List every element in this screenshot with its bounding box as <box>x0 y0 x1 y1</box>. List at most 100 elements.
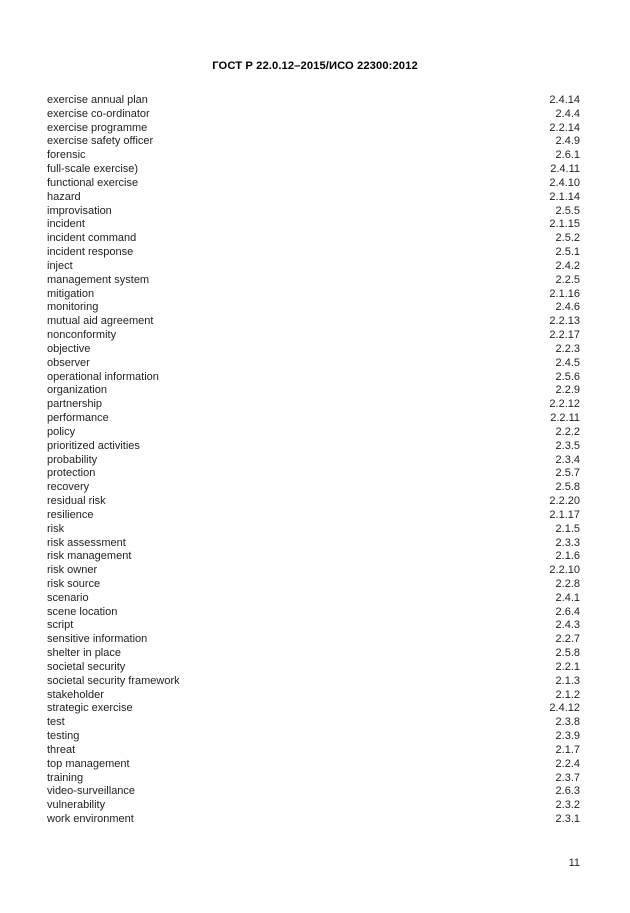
index-entry-term: risk assessment <box>47 536 126 549</box>
index-entry-row: prioritized activities 2.3.5 <box>47 440 580 454</box>
index-entry-term: incident response <box>47 246 134 259</box>
index-entry-reference: 2.4.11 <box>550 163 580 176</box>
index-entry-row: forensic 2.6.1 <box>47 149 580 163</box>
index-entry-reference: 2.3.2 <box>555 799 580 812</box>
index-entry-term: video-surveillance <box>47 785 136 798</box>
index-entry-reference: 2.3.8 <box>555 716 580 729</box>
index-entry-row: script 2.4.3 <box>47 619 580 633</box>
index-entry-term: nonconformity <box>47 329 117 342</box>
index-entry-term: organization <box>47 384 107 397</box>
index-entry-row: incident command 2.5.2 <box>47 232 580 246</box>
index-entry-term: risk <box>47 522 65 535</box>
index-entry-reference: 2.2.5 <box>555 273 580 286</box>
index-entry-reference: 2.2.10 <box>549 564 580 577</box>
index-entry-reference: 2.5.8 <box>555 481 580 494</box>
index-entry-list: exercise annual plan 2.4.14 exercise co-or… <box>47 94 580 827</box>
index-entry-term: recovery <box>47 481 90 494</box>
index-entry-row: functional exercise 2.4.10 <box>47 177 580 191</box>
index-entry-term: prioritized activities <box>47 439 140 452</box>
index-entry-row: residual risk 2.2.20 <box>47 495 580 509</box>
index-entry-term: societal security framework <box>47 674 180 687</box>
index-entry-reference: 2.4.5 <box>555 356 580 369</box>
index-entry-term: scenario <box>47 591 89 604</box>
index-entry-row: resilience 2.1.17 <box>47 509 580 523</box>
index-entry-reference: 2.2.17 <box>549 329 580 342</box>
index-entry-reference: 2.2.3 <box>555 342 580 355</box>
index-entry-row: work environment 2.3.1 <box>47 813 580 827</box>
index-entry-term: partnership <box>47 398 103 411</box>
index-entry-term: societal security <box>47 660 126 673</box>
index-entry-row: improvisation 2.5.5 <box>47 205 580 219</box>
index-entry-row: inject 2.4.2 <box>47 260 580 274</box>
index-entry-term: operational information <box>47 370 159 383</box>
index-entry-reference: 2.2.13 <box>549 315 580 328</box>
index-entry-reference: 2.3.3 <box>555 536 580 549</box>
index-entry-term: training <box>47 771 84 784</box>
index-entry-reference: 2.3.9 <box>555 730 580 743</box>
index-entry-row: full-scale exercise) 2.4.11 <box>47 163 580 177</box>
index-entry-reference: 2.5.2 <box>555 232 580 245</box>
index-entry-row: exercise safety officer 2.4.9 <box>47 135 580 149</box>
index-entry-reference: 2.6.3 <box>555 785 580 798</box>
index-entry-row: management system 2.2.5 <box>47 274 580 288</box>
index-entry-term: incident command <box>47 232 137 245</box>
index-entry-row: nonconformity 2.2.17 <box>47 329 580 343</box>
index-entry-row: test 2.3.8 <box>47 716 580 730</box>
index-entry-term: exercise annual plan <box>47 94 148 106</box>
index-entry-reference: 2.1.6 <box>555 550 580 563</box>
index-entry-reference: 2.4.3 <box>555 619 580 632</box>
index-entry-row: risk management 2.1.6 <box>47 550 580 564</box>
index-entry-row: incident response 2.5.1 <box>47 246 580 260</box>
index-entry-reference: 2.2.7 <box>555 633 580 646</box>
index-entry-row: risk 2.1.5 <box>47 523 580 537</box>
index-entry-reference: 2.4.4 <box>555 107 580 120</box>
index-entry-reference: 2.6.1 <box>555 149 580 162</box>
index-entry-reference: 2.5.5 <box>555 204 580 217</box>
index-entry-row: incident 2.1.15 <box>47 218 580 232</box>
document-header-title: ГОСТ Р 22.0.12–2015/ИСО 22300:2012 <box>212 60 418 72</box>
index-entry-row: testing 2.3.9 <box>47 730 580 744</box>
index-entry-row: societal security framework 2.1.3 <box>47 675 580 689</box>
index-entry-reference: 2.4.14 <box>549 94 580 106</box>
index-entry-row: hazard 2.1.14 <box>47 191 580 205</box>
index-entry-term: testing <box>47 730 80 743</box>
index-entry-row: risk owner 2.2.10 <box>47 564 580 578</box>
index-entry-reference: 2.2.20 <box>549 495 580 508</box>
index-entry-reference: 2.2.2 <box>555 425 580 438</box>
index-entry-reference: 2.1.14 <box>549 190 580 203</box>
index-entry-term: objective <box>47 342 91 355</box>
index-entry-term: exercise programme <box>47 121 148 134</box>
index-entry-reference: 2.4.10 <box>549 176 580 189</box>
index-entry-row: organization 2.2.9 <box>47 384 580 398</box>
index-entry-row: objective 2.2.3 <box>47 343 580 357</box>
index-entry-reference: 2.1.5 <box>555 522 580 535</box>
index-entry-reference: 2.2.14 <box>549 121 580 134</box>
index-entry-row: protection 2.5.7 <box>47 467 580 481</box>
index-entry-term: policy <box>47 425 76 438</box>
index-entry-term: exercise co-ordinator <box>47 107 150 120</box>
index-entry-reference: 2.4.6 <box>555 301 580 314</box>
index-entry-row: observer 2.4.5 <box>47 357 580 371</box>
index-entry-term: scene location <box>47 605 118 618</box>
index-entry-row: scene location 2.6.4 <box>47 606 580 620</box>
index-entry-row: sensitive information 2.2.7 <box>47 633 580 647</box>
index-entry-row: stakeholder 2.1.2 <box>47 689 580 703</box>
index-entry-term: risk source <box>47 577 101 590</box>
index-entry-row: risk assessment 2.3.3 <box>47 537 580 551</box>
index-entry-row: video-surveillance 2.6.3 <box>47 785 580 799</box>
index-entry-term: resilience <box>47 508 94 521</box>
index-entry-term: mutual aid agreement <box>47 315 154 328</box>
index-entry-term: top management <box>47 757 130 770</box>
index-entry-row: vulnerability 2.3.2 <box>47 799 580 813</box>
index-entry-row: performance 2.2.11 <box>47 412 580 426</box>
index-entry-reference: 2.1.17 <box>549 508 580 521</box>
index-entry-reference: 2.1.7 <box>555 743 580 756</box>
index-entry-term: functional exercise <box>47 176 139 189</box>
index-entry-row: probability 2.3.4 <box>47 454 580 468</box>
index-entry-term: full-scale exercise) <box>47 163 139 176</box>
index-entry-row: partnership 2.2.12 <box>47 398 580 412</box>
index-entry-row: operational information 2.5.6 <box>47 371 580 385</box>
index-entry-reference: 2.6.4 <box>555 605 580 618</box>
index-entry-row: monitoring 2.4.6 <box>47 301 580 315</box>
index-entry-row: scenario 2.4.1 <box>47 592 580 606</box>
